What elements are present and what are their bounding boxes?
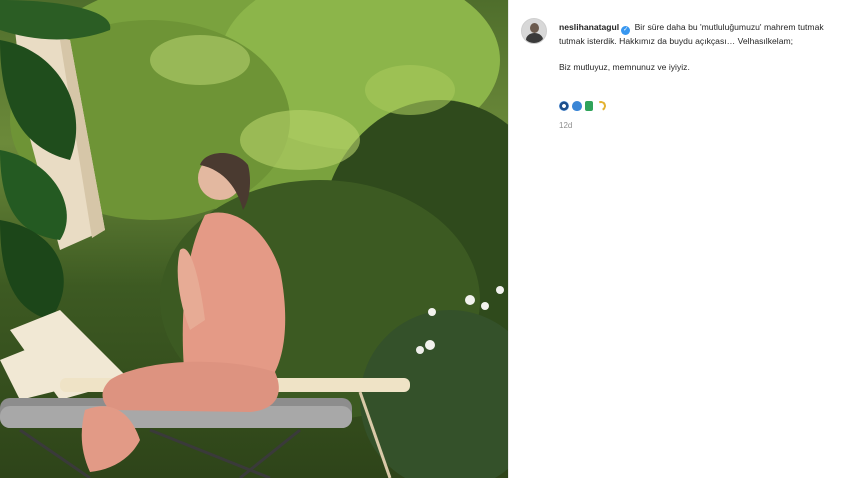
user-avatar[interactable] [521, 18, 547, 44]
blue-drop-icon [572, 101, 582, 111]
green-charm-icon [585, 101, 593, 111]
caption-text-second: Biz mutluyuz, memnunuz ve iyiyiz. [559, 62, 690, 72]
username-link[interactable]: neslihanatagul [559, 22, 619, 32]
avatar-body [526, 33, 543, 43]
garden-scene-illustration [0, 0, 508, 478]
post-timestamp[interactable]: 12d [559, 121, 572, 130]
post-photo[interactable] [0, 0, 508, 478]
verified-badge-icon: ✓ [621, 26, 631, 35]
emoji-row [559, 99, 608, 113]
nazar-amulet-icon [559, 101, 569, 111]
avatar-head [530, 23, 539, 33]
golden-ring-icon [594, 99, 608, 113]
post-details-panel: neslihanatagul ✓ Bir süre daha bu 'mutlul… [508, 0, 850, 478]
post-caption: neslihanatagul ✓ Bir süre daha bu 'mutlul… [559, 21, 839, 74]
